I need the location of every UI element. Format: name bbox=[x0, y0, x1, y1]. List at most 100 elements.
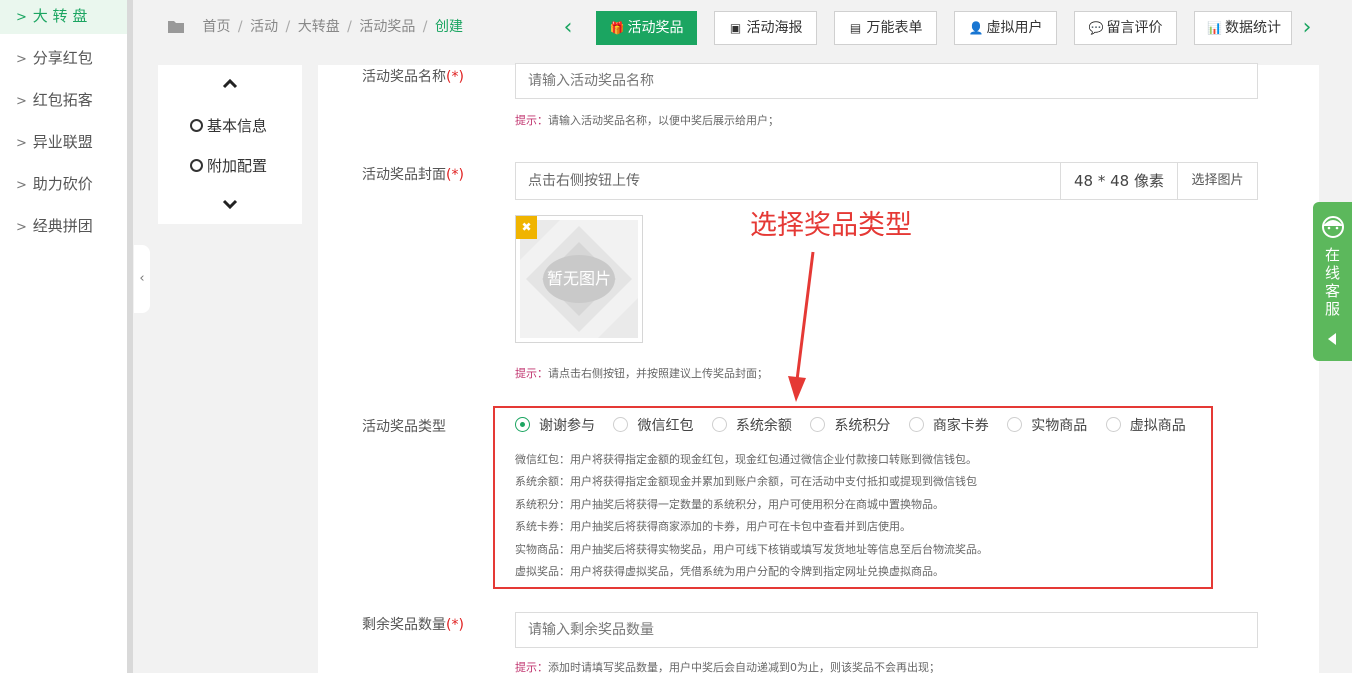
hint-text: 请输入活动奖品名称，以便中奖后展示给用户； bbox=[548, 114, 779, 127]
no-image-text: 暂无图片 bbox=[546, 269, 611, 288]
chevron-right-icon: > bbox=[16, 178, 27, 193]
hint-text: 添加时请填写奖品数量，用户中奖后会自动递减到0为止，则该奖品不会再出现； bbox=[548, 661, 940, 673]
sidebar-collapse-toggle[interactable]: ‹ bbox=[134, 245, 150, 313]
tab-universal-form[interactable]: ▤ 万能表单 bbox=[834, 11, 937, 45]
prize-cover-hint: 提示：请点击右侧按钮，并按照建议上传奖品封面； bbox=[515, 365, 768, 381]
online-service-button[interactable]: 在线客服 bbox=[1313, 202, 1352, 361]
sidebar-item-label: 经典拼团 bbox=[32, 217, 93, 235]
radio-merchant-coupon[interactable]: 商家卡券 bbox=[908, 415, 989, 435]
scroll-up-button[interactable] bbox=[158, 77, 302, 93]
sidebar-item-alliance[interactable]: > 异业联盟 bbox=[0, 124, 127, 160]
delete-image-button[interactable]: ✖ bbox=[516, 216, 537, 239]
chevron-left-icon: ‹ bbox=[563, 15, 573, 40]
sidebar-item-group-buy[interactable]: > 经典拼团 bbox=[0, 208, 127, 244]
chevron-right-icon: > bbox=[16, 52, 27, 67]
tab-label: 活动海报 bbox=[746, 20, 803, 36]
form-icon: ▤ bbox=[849, 21, 862, 35]
required-mark: (*) bbox=[446, 617, 464, 633]
radio-label: 虚拟商品 bbox=[1129, 418, 1186, 434]
prize-type-description: 系统余额：用户将获得指定金额现金并累加到账户余额，可在活动中支付抵扣或提现到微信… bbox=[515, 475, 977, 488]
tab-label: 活动奖品 bbox=[627, 20, 684, 36]
sidebar-item-redpacket-acquire[interactable]: > 红包拓客 bbox=[0, 82, 127, 118]
sidebar-item-label: 红包拓客 bbox=[32, 91, 93, 109]
radio-thanks[interactable]: 谢谢参与 bbox=[515, 415, 595, 435]
sidebar-item-label: 助力砍价 bbox=[32, 175, 93, 193]
label-text: 活动奖品封面 bbox=[362, 167, 446, 183]
choose-image-button[interactable]: 选择图片 bbox=[1177, 163, 1257, 199]
hint-key: 提示： bbox=[515, 367, 548, 380]
chevron-up-icon bbox=[222, 78, 238, 89]
prize-type-description: 实物商品：用户抽奖后将获得实物奖品，用户可线下核销或填写发货地址等信息至后台物流… bbox=[515, 543, 988, 556]
label-text: 剩余奖品数量 bbox=[362, 617, 446, 633]
tabs-next-arrow[interactable]: › bbox=[1299, 14, 1315, 42]
sidebar-item-big-wheel[interactable]: > 大 转 盘 bbox=[0, 0, 127, 34]
anchor-label: 基本信息 bbox=[207, 117, 268, 135]
breadcrumb-activity[interactable]: 活动 bbox=[250, 19, 278, 35]
radio-dot bbox=[810, 417, 826, 432]
radio-label: 谢谢参与 bbox=[539, 418, 595, 434]
image-size-hint: 48 * 48 像素 bbox=[1060, 163, 1177, 199]
breadcrumb-separator: / bbox=[422, 19, 428, 35]
sidebar-item-label: 异业联盟 bbox=[32, 133, 93, 151]
radio-virtual-goods[interactable]: 虚拟商品 bbox=[1105, 415, 1186, 435]
sidebar-item-share-redpacket[interactable]: > 分享红包 bbox=[0, 40, 127, 76]
sidebar-item-bargain[interactable]: > 助力砍价 bbox=[0, 166, 127, 202]
radio-label: 系统余额 bbox=[735, 418, 792, 434]
radio-label: 系统积分 bbox=[834, 418, 891, 434]
circle-icon bbox=[190, 119, 203, 132]
circle-icon bbox=[190, 159, 203, 172]
prize-name-hint: 提示：请输入活动奖品名称，以便中奖后展示给用户； bbox=[515, 112, 779, 128]
breadcrumb-separator: / bbox=[347, 19, 352, 35]
folder-icon bbox=[168, 19, 184, 35]
breadcrumb-prizes[interactable]: 活动奖品 bbox=[359, 19, 415, 35]
tab-label: 留言评价 bbox=[1106, 20, 1163, 36]
chevron-down-icon bbox=[222, 199, 238, 210]
radio-label: 微信红包 bbox=[637, 418, 694, 434]
anchor-extra-config[interactable]: 附加配置 bbox=[190, 155, 267, 176]
prize-name-label: 活动奖品名称(*) bbox=[362, 66, 464, 86]
radio-dot bbox=[711, 417, 727, 432]
tab-virtual-users[interactable]: 👤 虚拟用户 bbox=[954, 11, 1057, 45]
breadcrumb-big-wheel[interactable]: 大转盘 bbox=[298, 19, 340, 35]
chevron-right-icon: > bbox=[16, 94, 27, 109]
breadcrumb-current: 创建 bbox=[434, 19, 463, 35]
label-text: 活动奖品名称 bbox=[362, 69, 446, 85]
radio-dot bbox=[1007, 417, 1023, 432]
tab-activity-prizes[interactable]: 🎁 活动奖品 bbox=[596, 11, 697, 45]
placeholder-image: 暂无图片 bbox=[520, 220, 638, 338]
prize-cover-upload-group: 48 * 48 像素 选择图片 bbox=[515, 162, 1258, 200]
breadcrumb-home[interactable]: 首页 bbox=[202, 19, 230, 35]
comment-icon: 💬 bbox=[1088, 21, 1104, 35]
tabs-prev-arrow[interactable]: ‹ bbox=[560, 14, 576, 42]
prize-type-description: 系统卡券：用户抽奖后将获得商家添加的卡券，用户可在卡包中查看并到店使用。 bbox=[515, 520, 911, 533]
sidebar-item-label: 大 转 盘 bbox=[32, 7, 88, 25]
customer-service-icon bbox=[1322, 216, 1344, 238]
breadcrumb-separator: / bbox=[237, 19, 243, 35]
prize-type-label: 活动奖品类型 bbox=[362, 419, 446, 435]
remaining-qty-input[interactable] bbox=[515, 612, 1258, 648]
tab-label: 虚拟用户 bbox=[986, 20, 1043, 36]
chevron-left-icon: ‹ bbox=[139, 271, 145, 286]
radio-label: 商家卡券 bbox=[932, 418, 989, 434]
cover-thumbnail: 暂无图片 ✖ bbox=[515, 215, 643, 343]
breadcrumb-separator: / bbox=[285, 19, 291, 35]
annotation-arrow bbox=[788, 251, 815, 402]
anchor-basic-info[interactable]: 基本信息 bbox=[190, 115, 267, 136]
tab-label: 数据统计 bbox=[1225, 20, 1281, 36]
collapse-left-icon bbox=[1328, 333, 1336, 345]
radio-system-points[interactable]: 系统积分 bbox=[810, 415, 890, 435]
prize-type-description: 虚拟奖品：用户将获得虚拟奖品，凭借系统为用户分配的令牌到指定网址兑换虚拟商品。 bbox=[515, 565, 944, 578]
scroll-down-button[interactable] bbox=[158, 199, 302, 215]
tab-statistics[interactable]: 📊 数据统计 bbox=[1194, 11, 1292, 45]
radio-system-balance[interactable]: 系统余额 bbox=[711, 415, 792, 435]
tab-activity-poster[interactable]: ▣ 活动海报 bbox=[714, 11, 817, 45]
radio-wechat-redpacket[interactable]: 微信红包 bbox=[613, 415, 693, 435]
radio-dot bbox=[1105, 417, 1121, 432]
prize-name-input[interactable] bbox=[515, 63, 1258, 99]
radio-dot bbox=[908, 417, 924, 432]
radio-physical-goods[interactable]: 实物商品 bbox=[1007, 415, 1087, 435]
tab-comments[interactable]: 💬 留言评价 bbox=[1074, 11, 1177, 45]
prize-cover-input[interactable] bbox=[516, 163, 1060, 199]
image-icon: ▣ bbox=[729, 21, 742, 35]
anchor-label: 附加配置 bbox=[207, 157, 268, 175]
